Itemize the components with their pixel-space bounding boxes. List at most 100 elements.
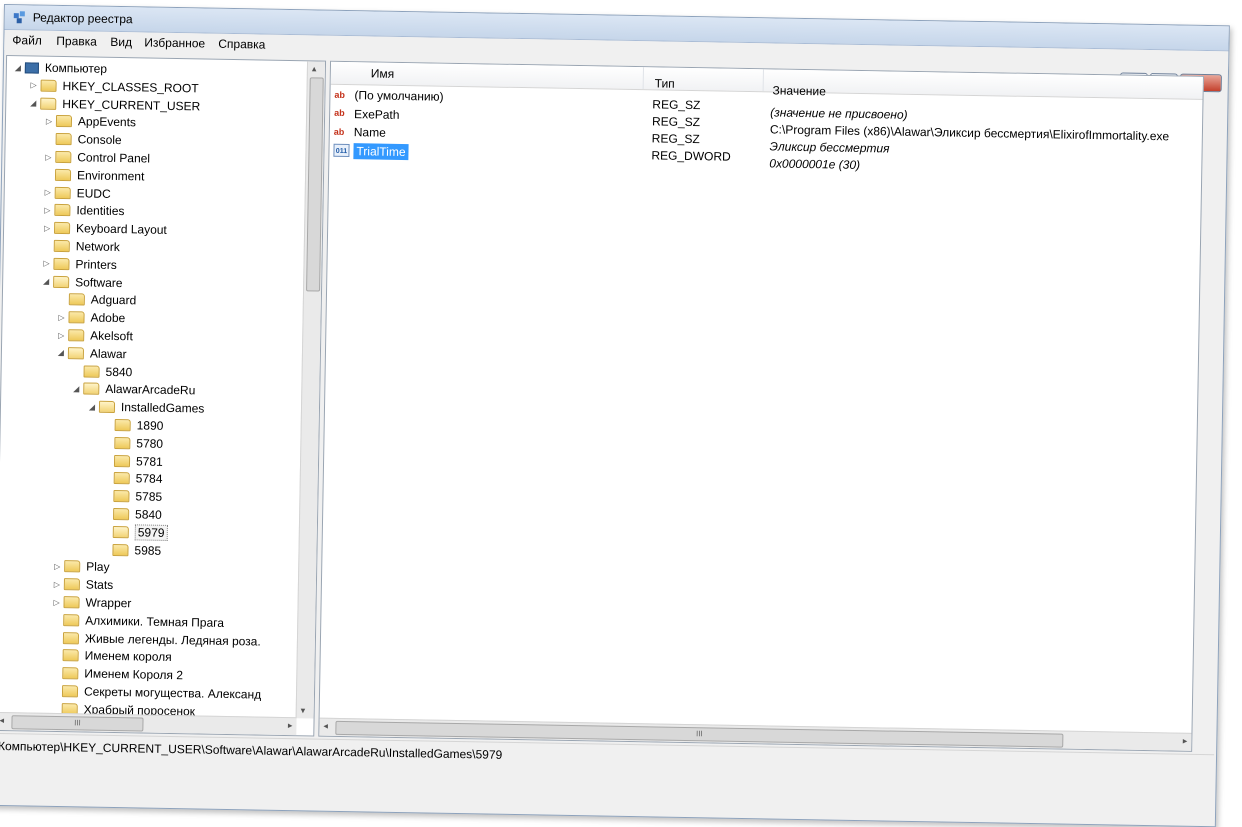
scroll-up-arrow-icon[interactable]: ▴ [312, 63, 317, 74]
column-header-type[interactable]: Тип [655, 76, 675, 90]
tree-node[interactable]: ▷ Adobe [56, 308, 125, 327]
folder-icon [63, 614, 79, 626]
value-row[interactable]: abExePath [334, 104, 400, 123]
tree-node[interactable]: ▷ Wrapper [51, 593, 131, 612]
expand-arrow-icon[interactable]: ▷ [52, 562, 62, 571]
tree-node[interactable]: ◢Alawar [56, 344, 127, 363]
tree-node-label: Живые легенды. Ледяная роза. [85, 631, 261, 648]
value-row[interactable]: ab Name [334, 123, 386, 142]
tree-node[interactable]: ▷Identities [42, 201, 124, 220]
folder-icon [53, 258, 69, 270]
tree-vertical-scroll-thumb[interactable] [306, 77, 324, 291]
tree-node[interactable]: 5985 [100, 540, 161, 559]
tree-node[interactable]: Network [42, 237, 120, 256]
scroll-right-arrow-icon[interactable]: ▸ [1183, 736, 1188, 747]
tree-node[interactable]: ▷Akelsoft [56, 326, 133, 345]
folder-open-icon [68, 347, 84, 359]
column-header-value[interactable]: Значение [772, 83, 825, 98]
tree-node[interactable]: 5840 [101, 505, 162, 524]
expand-arrow-icon[interactable]: ▷ [29, 81, 39, 90]
tree-node[interactable]: ▷ Play [52, 557, 110, 576]
collapse-arrow-icon[interactable]: ◢ [28, 99, 38, 108]
menu-help[interactable]: Справка [218, 37, 265, 52]
folder-icon [54, 204, 70, 216]
tree-node[interactable]: ▷EUDC [43, 183, 111, 202]
tree-horizontal-scroll-thumb[interactable]: III [11, 715, 143, 731]
expand-arrow-icon[interactable]: ▷ [51, 597, 61, 606]
string-value-icon: ab [334, 88, 350, 101]
collapse-arrow-icon[interactable]: ◢ [41, 277, 51, 286]
folder-icon [63, 596, 79, 608]
tree-node[interactable]: 5781 [102, 451, 163, 470]
tree-node-label: Control Panel [77, 150, 150, 165]
value-row[interactable]: ab (По умолчанию) [334, 86, 443, 106]
tree-node[interactable]: ▷ Printers [41, 254, 117, 273]
tree-node[interactable]: 5784 [102, 469, 163, 488]
value-name: Name [354, 125, 386, 140]
tree-node-label: Environment [77, 168, 145, 183]
collapse-arrow-icon[interactable]: ◢ [56, 348, 66, 357]
tree-node-label: Алхимики. Темная Прага [85, 613, 224, 629]
expand-arrow-icon[interactable]: ▷ [41, 259, 51, 268]
scroll-left-arrow-icon[interactable]: ◂ [0, 715, 4, 726]
tree-horizontal-scrollbar[interactable]: ◂ III ▸ [0, 712, 297, 735]
key-tree[interactable]: ◢Компьютер▷HKEY_CLASSES_ROOT◢HKEY_CURREN… [0, 55, 326, 736]
expand-arrow-icon[interactable]: ▷ [42, 223, 52, 232]
tree-node[interactable]: Environment [43, 166, 145, 186]
tree-node[interactable]: 5785 [101, 487, 162, 506]
scroll-right-arrow-icon[interactable]: ▸ [288, 720, 293, 731]
tree-node[interactable]: ◢ Компьютер [13, 58, 107, 78]
menu-edit[interactable]: Правка [56, 34, 97, 49]
menu-favorites[interactable]: Избранное [144, 35, 205, 50]
tree-node-label: Wrapper [85, 596, 131, 611]
column-header-name[interactable]: Имя [371, 66, 395, 80]
scroll-down-arrow-icon[interactable]: ▾ [301, 705, 306, 716]
tree-node-label: Play [86, 560, 110, 574]
expand-arrow-icon[interactable]: ▷ [43, 152, 53, 161]
tree-node-label: Stats [86, 578, 114, 592]
collapse-arrow-icon[interactable]: ◢ [13, 63, 23, 72]
folder-icon [114, 437, 130, 449]
tree-node-label: Printers [75, 257, 117, 272]
expand-arrow-icon[interactable]: ▷ [42, 206, 52, 215]
scroll-left-arrow-icon[interactable]: ◂ [323, 721, 328, 732]
string-value-icon: ab [334, 125, 350, 138]
menu-file[interactable]: Файл [12, 33, 42, 48]
tree-node-label: 5780 [136, 436, 163, 450]
expand-arrow-icon[interactable]: ▷ [52, 580, 62, 589]
expand-arrow-icon[interactable]: ▷ [44, 117, 54, 126]
tree-node[interactable]: 5840 [71, 362, 132, 381]
expand-arrow-icon[interactable]: ▷ [56, 330, 66, 339]
tree-node[interactable]: 5979 [101, 523, 168, 542]
column-divider[interactable] [643, 67, 644, 89]
tree-node[interactable]: Console [43, 130, 121, 149]
tree-node-label: Компьютер [45, 61, 107, 76]
folder-icon [64, 561, 80, 573]
tree-node-label: Adobe [90, 311, 125, 326]
tree-node[interactable]: 1890 [103, 416, 164, 435]
expand-arrow-icon[interactable]: ▷ [56, 313, 66, 322]
tree-node[interactable]: ▷ Stats [52, 575, 114, 594]
value-name: (По умолчанию) [354, 88, 443, 104]
expand-arrow-icon[interactable]: ▷ [43, 188, 53, 197]
folder-icon [54, 240, 70, 252]
collapse-arrow-icon[interactable]: ◢ [87, 402, 97, 411]
collapse-arrow-icon[interactable]: ◢ [71, 384, 81, 393]
folder-icon [68, 329, 84, 341]
value-list[interactable]: Имя Тип Значение ab(По умолчанию)REG_SZ(… [318, 61, 1204, 752]
tree-node-label: Именем Короля 2 [84, 667, 183, 683]
tree-node[interactable]: ▷AppEvents [44, 112, 136, 132]
folder-icon [114, 472, 130, 484]
tree-node[interactable]: ◢Software [41, 272, 123, 291]
folder-icon [55, 151, 71, 163]
tree-node[interactable]: ▷ Control Panel [43, 148, 150, 168]
value-row[interactable]: 011TrialTime [333, 141, 408, 160]
folder-icon [113, 508, 129, 520]
tree-node[interactable]: ◢InstalledGames [87, 398, 205, 418]
column-divider[interactable] [763, 69, 764, 91]
tree-node[interactable]: 5780 [102, 434, 163, 453]
folder-icon [115, 419, 131, 431]
tree-node[interactable]: Adguard [57, 290, 137, 309]
menu-view[interactable]: Вид [110, 35, 132, 49]
tree-node[interactable]: Именем короля [50, 646, 171, 666]
